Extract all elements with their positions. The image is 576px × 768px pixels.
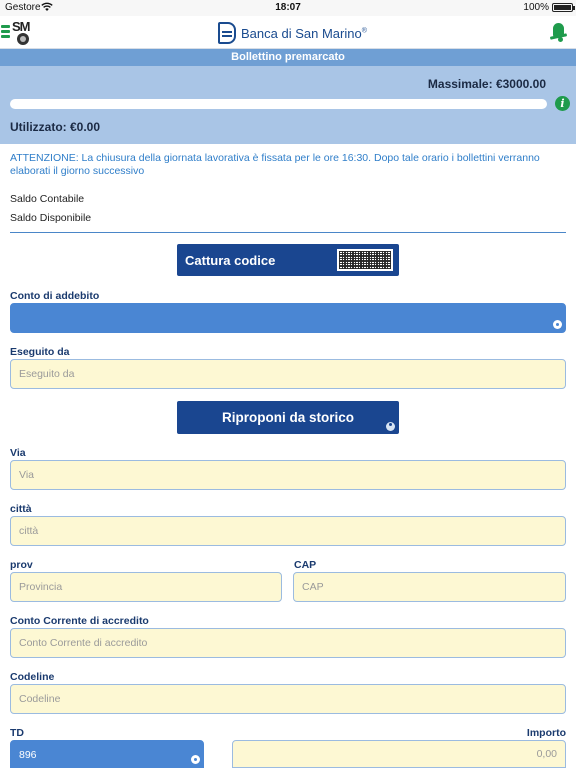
importo-field: [232, 740, 566, 768]
dropdown-indicator-icon: [191, 755, 200, 764]
eseguito-da-label: Eseguito da: [10, 346, 70, 358]
saldo-contabile: Saldo Contabile: [10, 193, 85, 205]
clock: 18:07: [275, 2, 301, 13]
notifications-bell-icon[interactable]: [549, 21, 568, 43]
menu-icon[interactable]: [1, 25, 10, 39]
cap-field: [293, 572, 566, 602]
dropdown-indicator-icon: [553, 320, 562, 329]
limits-panel: Massimale: €3000.00 i Utilizzato: €0.00: [0, 66, 576, 144]
history-button-label: Riproponi da storico: [221, 410, 354, 425]
max-limit-label: Massimale: €3000.00: [427, 77, 546, 91]
via-field: [10, 460, 566, 490]
codeline-label: Codeline: [10, 671, 55, 683]
sm-logo[interactable]: SM: [12, 19, 36, 47]
citta-input[interactable]: [11, 517, 565, 545]
eseguito-da-input[interactable]: [11, 360, 565, 388]
citta-label: città: [10, 503, 32, 515]
nav-bar: SM Banca di San Marino®: [0, 16, 576, 49]
importo-label: Importo: [526, 727, 566, 739]
cap-label: CAP: [294, 559, 317, 571]
conto-accredito-field: [10, 628, 566, 658]
capture-code-label: Cattura codice: [185, 253, 276, 268]
td-select[interactable]: 896: [10, 740, 204, 768]
via-label: Via: [10, 447, 26, 459]
history-corner-icon: [386, 422, 395, 431]
saldo-disponibile: Saldo Disponibile: [10, 212, 92, 224]
td-value: 896: [19, 749, 37, 761]
capture-code-button[interactable]: Cattura codice: [177, 244, 399, 276]
page-title: Bollettino premarcato: [0, 49, 576, 66]
usage-progress-bar: [10, 99, 547, 109]
eseguito-da-field: [10, 359, 566, 389]
conto-addebito-label: Conto di addebito: [10, 290, 100, 302]
td-label: TD: [10, 727, 24, 739]
citta-field: [10, 516, 566, 546]
qr-code-icon: [337, 249, 393, 271]
used-amount-label: Utilizzato: €0.00: [10, 120, 101, 134]
conto-addebito-select[interactable]: [10, 303, 566, 333]
divider: [10, 232, 566, 233]
prov-field: [10, 572, 282, 602]
sm-logo-text: SM: [12, 19, 30, 34]
prov-label: prov: [10, 559, 33, 571]
cutoff-notice: ATTENZIONE: La chiusura della giornata l…: [10, 152, 540, 177]
brand-registered-mark: ®: [361, 27, 367, 35]
brand-name-text: Banca di San Marino: [241, 26, 362, 41]
status-bar: Gestore 18:07 100%: [0, 0, 576, 16]
conto-accredito-input[interactable]: [11, 629, 565, 657]
prov-input[interactable]: [11, 573, 281, 601]
conto-accredito-label: Conto Corrente di accredito: [10, 615, 149, 627]
seal-icon: [17, 33, 29, 45]
cap-input[interactable]: [294, 573, 565, 601]
info-icon[interactable]: i: [555, 96, 570, 111]
battery-icon: [552, 3, 575, 12]
battery-percent: 100%: [523, 2, 549, 13]
codeline-input[interactable]: [11, 685, 565, 713]
brand-logo: Banca di San Marino®: [218, 22, 378, 44]
via-input[interactable]: [11, 461, 565, 489]
importo-input[interactable]: [233, 741, 565, 767]
bank-logo-icon: [218, 22, 236, 44]
codeline-field: [10, 684, 566, 714]
brand-name: Banca di San Marino®: [241, 26, 367, 41]
history-button[interactable]: Riproponi da storico: [177, 401, 399, 434]
